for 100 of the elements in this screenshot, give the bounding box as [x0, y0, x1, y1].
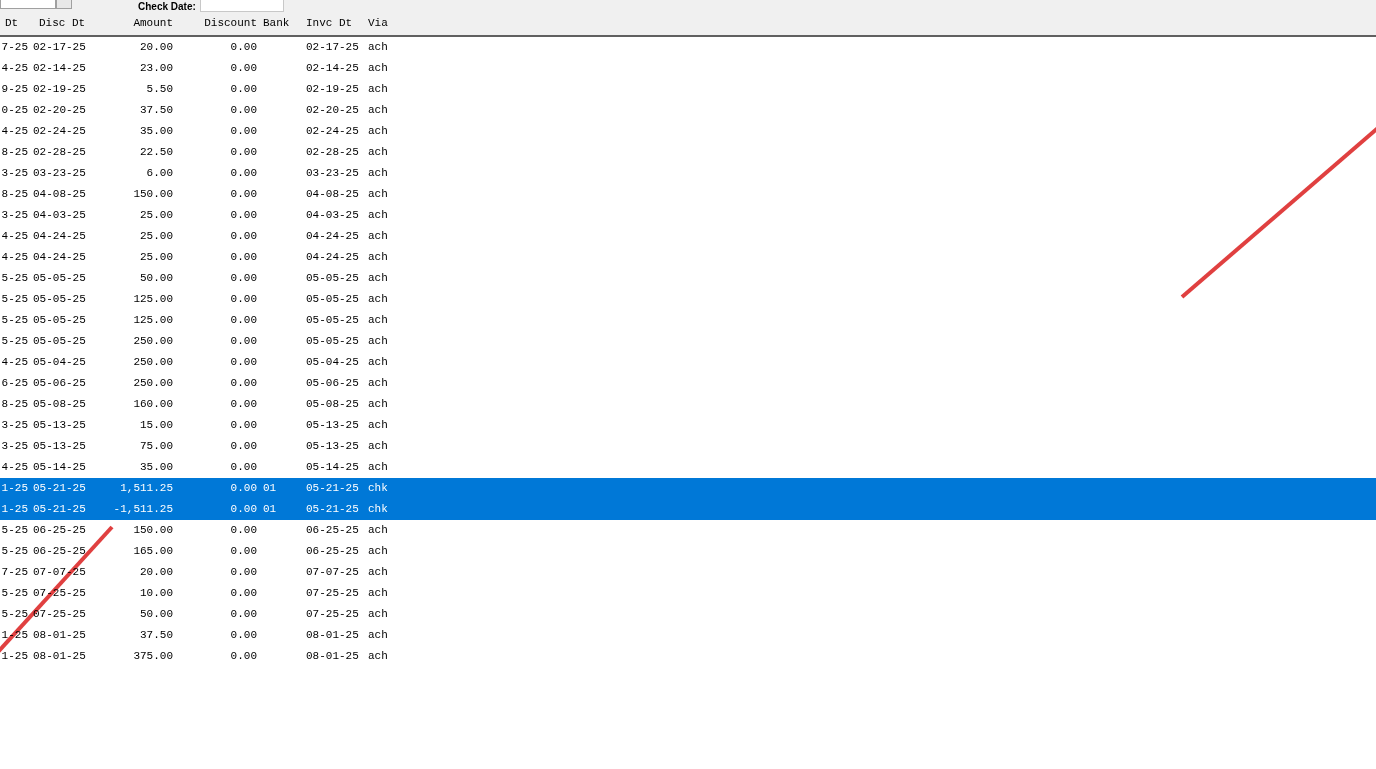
- table-cell-text: ach: [367, 292, 389, 307]
- table-cell-text: 5-25: [0, 523, 28, 538]
- table-cell-text: ach: [367, 124, 389, 139]
- table-cell-text: 0.00: [229, 313, 257, 328]
- table-cell-text: 0.00: [229, 649, 257, 664]
- table-cell-text: 0.00: [229, 418, 257, 433]
- table-cell-text: 50.00: [139, 271, 173, 286]
- table-cell-text: 4-25: [0, 460, 28, 475]
- table-cell-text: 3-25: [0, 418, 28, 433]
- table-cell-text: 04-03-25: [32, 208, 87, 223]
- table-cell-text: 08-01-25: [32, 628, 87, 643]
- table-cell-text: 5-25: [0, 271, 28, 286]
- column-header[interactable]: Disc Dt: [28, 13, 94, 37]
- table-cell-text: ach: [367, 82, 389, 97]
- table-cell-text: ach: [367, 649, 389, 664]
- table-cell-text: ach: [367, 397, 389, 412]
- table-cell-text: 05-08-25: [305, 397, 360, 412]
- table-cell-text: 05-13-25: [32, 418, 87, 433]
- table-cell-text: 07-25-25: [32, 607, 87, 622]
- table-cell-text: 05-05-25: [32, 334, 87, 349]
- table-cell-text: ach: [367, 166, 389, 181]
- table-cell-text: 06-25-25: [305, 523, 360, 538]
- table-cell-text: 0.00: [229, 628, 257, 643]
- table-cell-text: 0.00: [229, 376, 257, 391]
- column-header[interactable]: Bank: [257, 13, 303, 37]
- table-cell: 05-21-25: [303, 499, 365, 520]
- table-cell-text: 05-08-25: [32, 397, 87, 412]
- table-cell-text: 05-05-25: [305, 313, 360, 328]
- table-cell-text: ach: [367, 628, 389, 643]
- table-cell-text: 0.00: [229, 103, 257, 118]
- column-header[interactable]: Discount: [173, 13, 257, 37]
- table-cell-text: 0.00: [229, 523, 257, 538]
- table-cell-text: 250.00: [132, 355, 173, 370]
- table-cell-text: 02-20-25: [305, 103, 360, 118]
- table-cell-text: 07-25-25: [305, 586, 360, 601]
- table-cell-text: 7-25: [0, 565, 28, 580]
- table-cell-text: 04-08-25: [32, 187, 87, 202]
- table-cell-text: 0.00: [229, 61, 257, 76]
- table-cell-text: ach: [367, 439, 389, 454]
- table-cell-text: 08-01-25: [32, 649, 87, 664]
- table-cell-text: 05-05-25: [305, 271, 360, 286]
- table-cell-text: 08-01-25: [305, 649, 360, 664]
- dropdown-button[interactable]: [56, 0, 72, 9]
- date-field[interactable]: [199, 0, 284, 12]
- table-cell-text: ach: [367, 355, 389, 370]
- table-cell-text: 3-25: [0, 208, 28, 223]
- table-cell-text: ach: [367, 544, 389, 559]
- table-cell-text: ach: [367, 229, 389, 244]
- column-header[interactable]: Dt: [0, 13, 28, 37]
- table-cell-text: ach: [367, 523, 389, 538]
- table-cell-text: 07-07-25: [305, 565, 360, 580]
- table-cell-text: 0.00: [229, 355, 257, 370]
- table-cell-text: 5-25: [0, 292, 28, 307]
- table-cell-text: 50.00: [139, 607, 173, 622]
- table-cell-text: 5-25: [0, 544, 28, 559]
- table-cell-text: ach: [367, 586, 389, 601]
- table-cell-text: 05-04-25: [32, 355, 87, 370]
- table-cell-text: ach: [367, 271, 389, 286]
- table-cell-text: 0.00: [229, 187, 257, 202]
- table-cell-text: 3-25: [0, 166, 28, 181]
- table-cell-text: 06-25-25: [32, 523, 87, 538]
- table-cell-text: 8-25: [0, 397, 28, 412]
- column-header[interactable]: Via: [365, 13, 405, 37]
- table-cell-text: ach: [367, 208, 389, 223]
- table-cell-text: 06-25-25: [32, 544, 87, 559]
- table-cell-text: 05-05-25: [32, 271, 87, 286]
- table-cell-text: 5-25: [0, 586, 28, 601]
- table-cell-text: 20.00: [139, 40, 173, 55]
- table-cell-text: 25.00: [139, 208, 173, 223]
- table-cell-text: 125.00: [132, 292, 173, 307]
- column-header[interactable]: Amount: [94, 13, 173, 37]
- table-cell: chk: [365, 478, 405, 499]
- table-cell-text: 05-13-25: [305, 439, 360, 454]
- table-cell-text: 0-25: [0, 103, 28, 118]
- check-date-label: Check Date:: [138, 1, 196, 13]
- table-cell-text: 04-24-25: [32, 250, 87, 265]
- table-cell-text: 0.00: [229, 82, 257, 97]
- table-cell-text: 04-08-25: [305, 187, 360, 202]
- table-cell-text: 1-25: [0, 649, 28, 664]
- table-cell-text: 05-14-25: [32, 460, 87, 475]
- table-cell-text: 08-01-25: [305, 628, 360, 643]
- table-cell-text: 15.00: [139, 418, 173, 433]
- table-cell-text: 0.00: [229, 166, 257, 181]
- table-cell: 0.00: [173, 478, 257, 499]
- table-cell-text: 22.50: [139, 145, 173, 160]
- table-cell-text: 05-05-25: [305, 292, 360, 307]
- table-cell-text: 35.00: [139, 460, 173, 475]
- column-header[interactable]: Invc Dt: [303, 13, 365, 37]
- dropdown-field[interactable]: [0, 0, 56, 9]
- table-cell-text: 0.00: [229, 397, 257, 412]
- table-cell-text: 0.00: [229, 334, 257, 349]
- table-cell: 05-21-25: [28, 478, 94, 499]
- table-cell-text: 02-28-25: [32, 145, 87, 160]
- table-cell: 01: [257, 478, 303, 499]
- table-cell-text: 02-17-25: [305, 40, 360, 55]
- table-cell-text: ach: [367, 250, 389, 265]
- table-cell-text: ach: [367, 145, 389, 160]
- table-cell-text: ach: [367, 187, 389, 202]
- table-cell-text: 0.00: [229, 544, 257, 559]
- table-cell-text: 3-25: [0, 439, 28, 454]
